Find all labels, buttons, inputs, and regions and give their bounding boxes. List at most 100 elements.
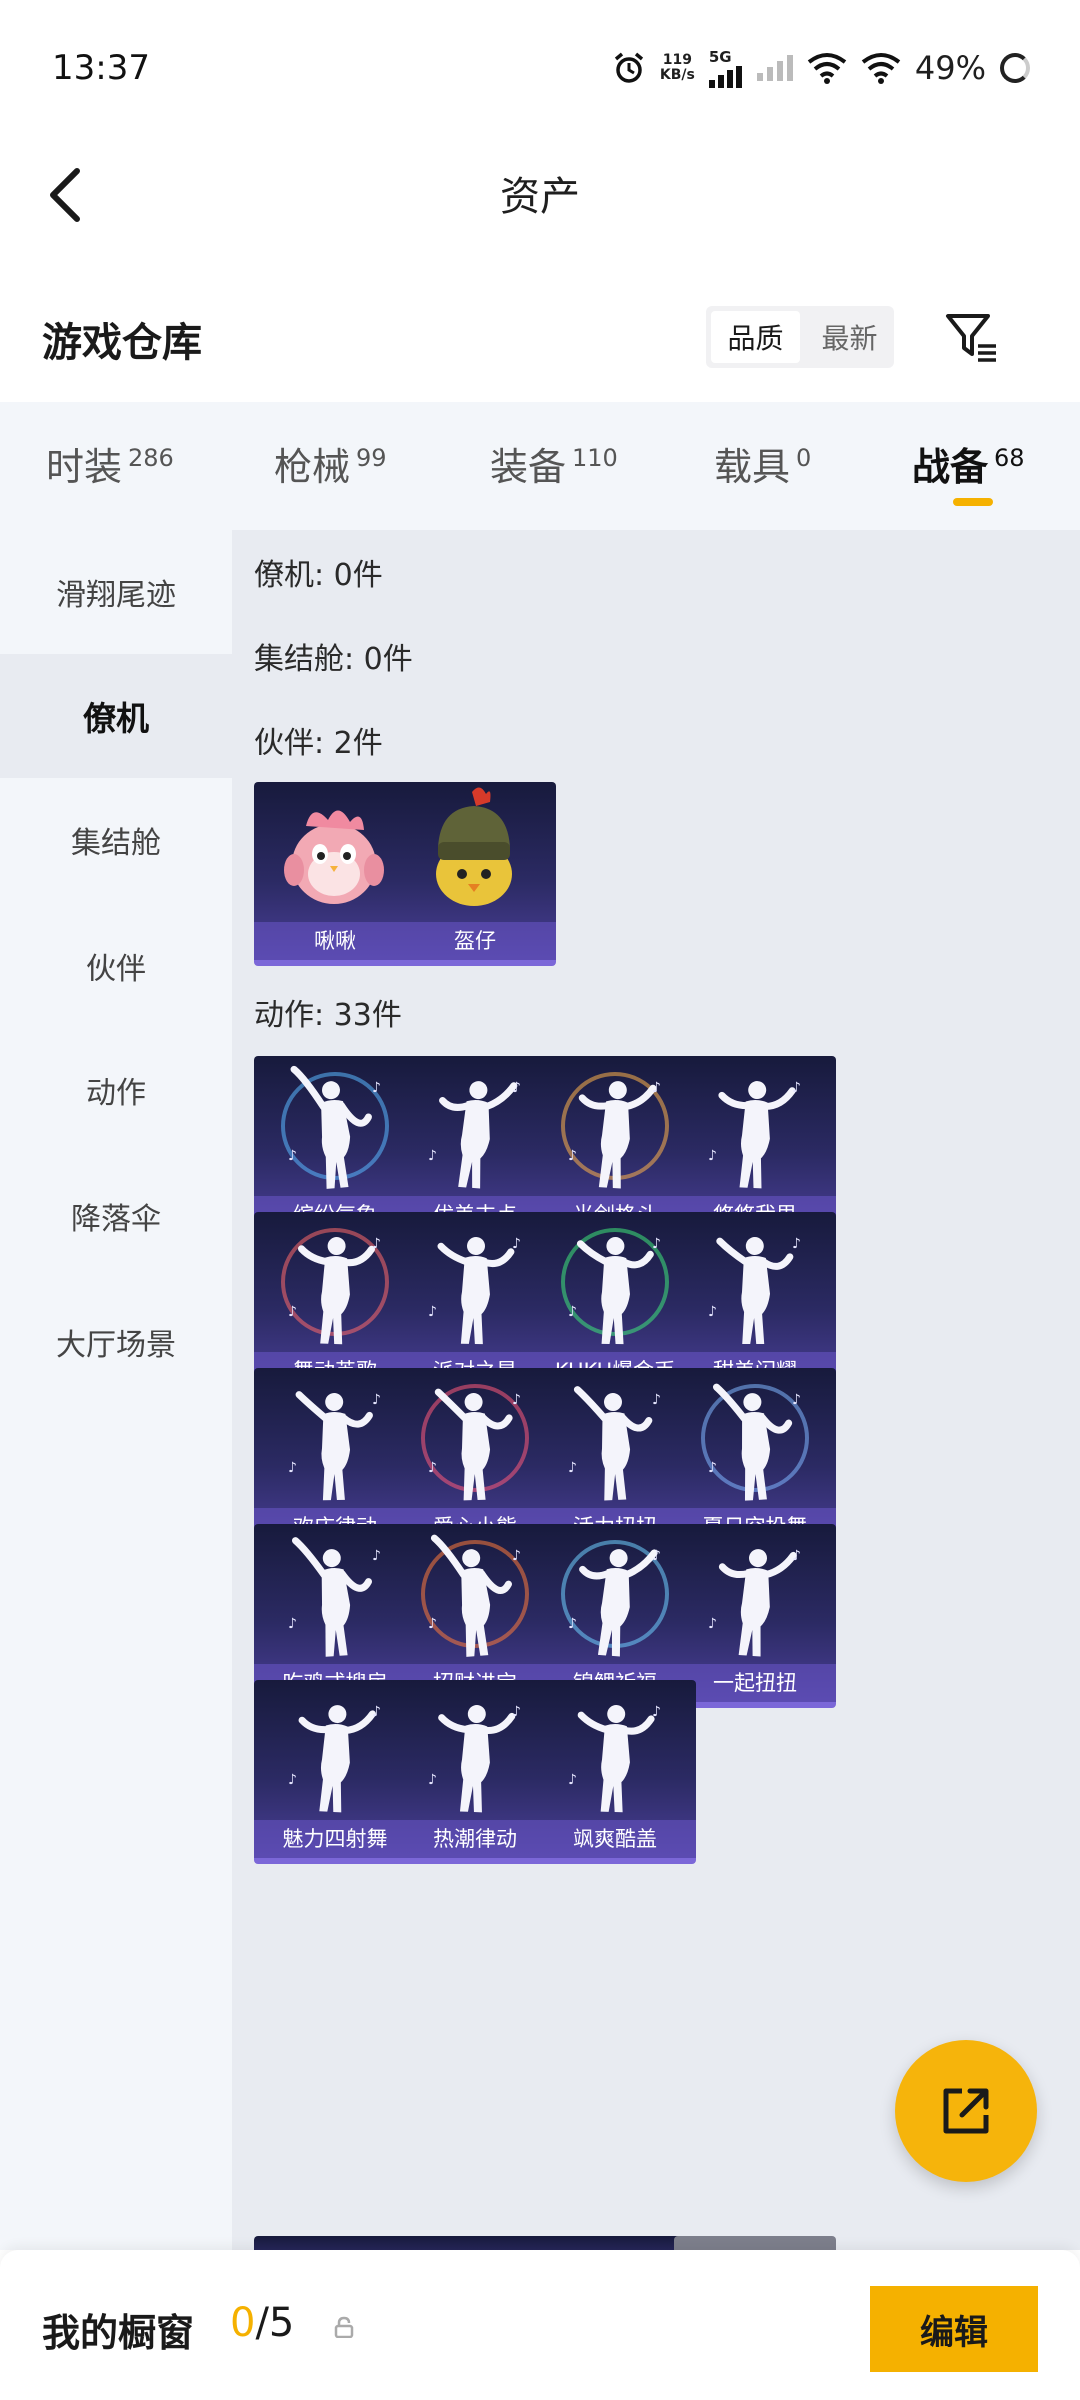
app-header: 资产 [0, 140, 1080, 250]
signal-5g-icon: 5G [708, 48, 743, 88]
emote-card-partial[interactable] [534, 2236, 696, 2250]
filter-icon [946, 314, 996, 362]
emote-card[interactable]: ♪ ♪ 一起扭扭 [674, 1524, 836, 1708]
svg-text:♪: ♪ [652, 1548, 661, 1564]
share-fab[interactable] [895, 2040, 1037, 2182]
svg-text:♪: ♪ [428, 1772, 437, 1788]
tab-firearms[interactable]: 枪械 99 [274, 436, 387, 491]
svg-text:♪: ♪ [372, 1704, 381, 1720]
dancer-silhouette-image: ♪♪ [568, 1704, 661, 1813]
svg-text:♪: ♪ [792, 1548, 801, 1564]
emote-card-partial[interactable] [394, 2236, 556, 2250]
svg-text:♪: ♪ [652, 1080, 661, 1096]
svg-text:♪: ♪ [568, 1772, 577, 1788]
svg-text:♪: ♪ [512, 1704, 521, 1720]
svg-text:♪: ♪ [288, 1772, 297, 1788]
status-time: 13:37 [52, 48, 150, 88]
emote-card-partial[interactable] [254, 2236, 416, 2250]
pink-bird-image [284, 810, 384, 904]
partner-card-jiujiu[interactable]: 啾啾 [254, 782, 416, 966]
svg-text:♪: ♪ [288, 1460, 297, 1476]
external-link-icon [943, 2088, 989, 2134]
svg-text:♪: ♪ [372, 1236, 381, 1252]
dancer-silhouette-image: ♪♪ [561, 1072, 669, 1189]
sidebar-item-lobby-scene[interactable]: 大厅场景 [0, 1280, 232, 1404]
sidebar-item-wingman[interactable]: 僚机 [0, 654, 232, 778]
battery-ring-icon [1000, 53, 1030, 83]
tab-combat-gear[interactable]: 战备 68 [912, 436, 1025, 491]
active-tab-indicator [953, 498, 993, 506]
alarm-icon [614, 52, 644, 83]
category-tabs: 时装 286 枪械 99 装备 110 载具 0 战备 68 [0, 402, 1080, 530]
edit-button[interactable]: 编辑 [870, 2286, 1038, 2372]
showcase-label: 我的橱窗 [42, 2311, 195, 2355]
svg-text:♪: ♪ [428, 1616, 437, 1632]
page-title: 资产 [500, 174, 580, 220]
signal-weak-icon [756, 55, 793, 81]
tab-equipment[interactable]: 装备 110 [490, 436, 618, 491]
emote-card[interactable]: ♪ ♪ 魅力四射舞 [254, 1680, 416, 1864]
svg-text:♪: ♪ [512, 1080, 521, 1096]
svg-text:♪: ♪ [708, 1148, 717, 1164]
wifi-icon [861, 53, 901, 84]
dancer-silhouette-image: ♪♪ [288, 1391, 381, 1501]
svg-text:♪: ♪ [792, 1080, 801, 1096]
dancer-silhouette-image: ♪♪ [421, 1384, 529, 1501]
sort-toggle: 品质 最新 [706, 306, 894, 368]
emote-name: 魅力四射舞 [254, 1820, 416, 1858]
svg-text:♪: ♪ [512, 1548, 521, 1564]
item-list: 僚机: 0件 集结舱: 0件 伙伴: 2件 啾啾 盔仔 动作: 33件 ♪ ♪ … [232, 530, 1080, 2250]
svg-text:♪: ♪ [428, 1304, 437, 1320]
dancer-silhouette-image: ♪♪ [428, 1704, 521, 1813]
dancer-silhouette-image: ♪♪ [288, 1537, 381, 1657]
dancer-silhouette-image: ♪♪ [561, 1228, 669, 1345]
group-label-emote: 动作: 33件 [254, 998, 402, 1033]
sidebar-item-partner[interactable]: 伙伴 [0, 904, 232, 1028]
network-speed: 119 KB/s [659, 52, 695, 83]
dancer-silhouette-image: ♪♪ [428, 1080, 521, 1189]
svg-text:♪: ♪ [372, 1080, 381, 1096]
svg-text:♪: ♪ [652, 1392, 661, 1408]
svg-text:♪: ♪ [428, 1460, 437, 1476]
partner-card-kuizai[interactable]: 盔仔 [394, 782, 556, 966]
sidebar-item-parachute[interactable]: 降落伞 [0, 1154, 232, 1278]
svg-text:♪: ♪ [652, 1704, 661, 1720]
group-label-wingman: 僚机: 0件 [254, 558, 383, 593]
emote-name: 热潮律动 [394, 1820, 556, 1858]
svg-text:♪: ♪ [288, 1148, 297, 1164]
dancer-silhouette-image: ♪♪ [421, 1534, 529, 1657]
svg-text:♪: ♪ [708, 1304, 717, 1320]
svg-text:♪: ♪ [568, 1616, 577, 1632]
status-bar: 13:37 119 KB/s 5G 49% [0, 0, 1080, 140]
status-icons: 119 KB/s 5G 49% [612, 48, 1030, 88]
dancer-silhouette-image: ♪♪ [708, 1080, 801, 1189]
lock-icon [334, 2316, 354, 2338]
sidebar-item-glide-trail[interactable]: 滑翔尾迹 [0, 530, 232, 654]
filter-button[interactable] [940, 306, 1004, 370]
tab-fashion[interactable]: 时装 286 [46, 436, 174, 491]
svg-text:♪: ♪ [372, 1392, 381, 1408]
dancer-silhouette-image: ♪♪ [281, 1228, 389, 1345]
sidebar-item-emote[interactable]: 动作 [0, 1028, 232, 1152]
emote-card-partial[interactable] [674, 2236, 836, 2250]
sidebar-item-pod[interactable]: 集结舱 [0, 778, 232, 902]
dancer-silhouette-image: ♪♪ [428, 1236, 521, 1345]
svg-text:♪: ♪ [372, 1548, 381, 1564]
dancer-silhouette-image: ♪♪ [708, 1236, 801, 1345]
svg-text:♪: ♪ [512, 1392, 521, 1408]
warehouse-header: 游戏仓库 品质 最新 [0, 290, 1080, 390]
svg-text:♪: ♪ [708, 1460, 717, 1476]
svg-text:♪: ♪ [288, 1616, 297, 1632]
emote-card[interactable]: ♪ ♪ 飒爽酷盖 [534, 1680, 696, 1864]
sort-latest-button[interactable]: 最新 [805, 306, 894, 368]
group-label-pod: 集结舱: 0件 [254, 642, 413, 677]
emote-name: 飒爽酷盖 [534, 1820, 696, 1858]
tab-vehicles[interactable]: 载具 0 [714, 436, 811, 491]
svg-text:♪: ♪ [568, 1148, 577, 1164]
sort-quality-button[interactable]: 品质 [711, 311, 800, 363]
showcase-bar: 我的橱窗 0/5 编辑 [0, 2250, 1080, 2400]
svg-text:♪: ♪ [792, 1236, 801, 1252]
emote-card[interactable]: ♪ ♪ 热潮律动 [394, 1680, 556, 1864]
warehouse-title: 游戏仓库 [42, 320, 202, 366]
dancer-silhouette-image: ♪♪ [708, 1548, 801, 1657]
